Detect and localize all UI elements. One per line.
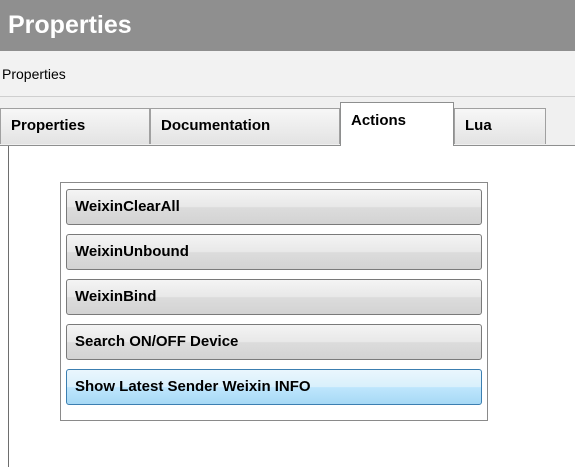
weixin-clear-all-button[interactable]: WeixinClearAll: [66, 189, 482, 225]
panel-header: Properties: [0, 51, 575, 97]
actions-group: WeixinClearAll WeixinUnbound WeixinBind …: [60, 182, 488, 421]
tab-actions[interactable]: Actions: [340, 102, 454, 146]
tab-strip: Properties Documentation Actions Lua: [0, 97, 575, 146]
window-title: Properties: [0, 0, 575, 51]
tab-lua[interactable]: Lua: [454, 108, 546, 144]
tab-properties[interactable]: Properties: [0, 108, 150, 144]
weixin-bind-button[interactable]: WeixinBind: [66, 279, 482, 315]
panel-divider: [8, 146, 9, 467]
tab-documentation[interactable]: Documentation: [150, 108, 340, 144]
search-on-off-device-button[interactable]: Search ON/OFF Device: [66, 324, 482, 360]
show-latest-sender-weixin-info-button[interactable]: Show Latest Sender Weixin INFO: [66, 369, 482, 405]
weixin-unbound-button[interactable]: WeixinUnbound: [66, 234, 482, 270]
